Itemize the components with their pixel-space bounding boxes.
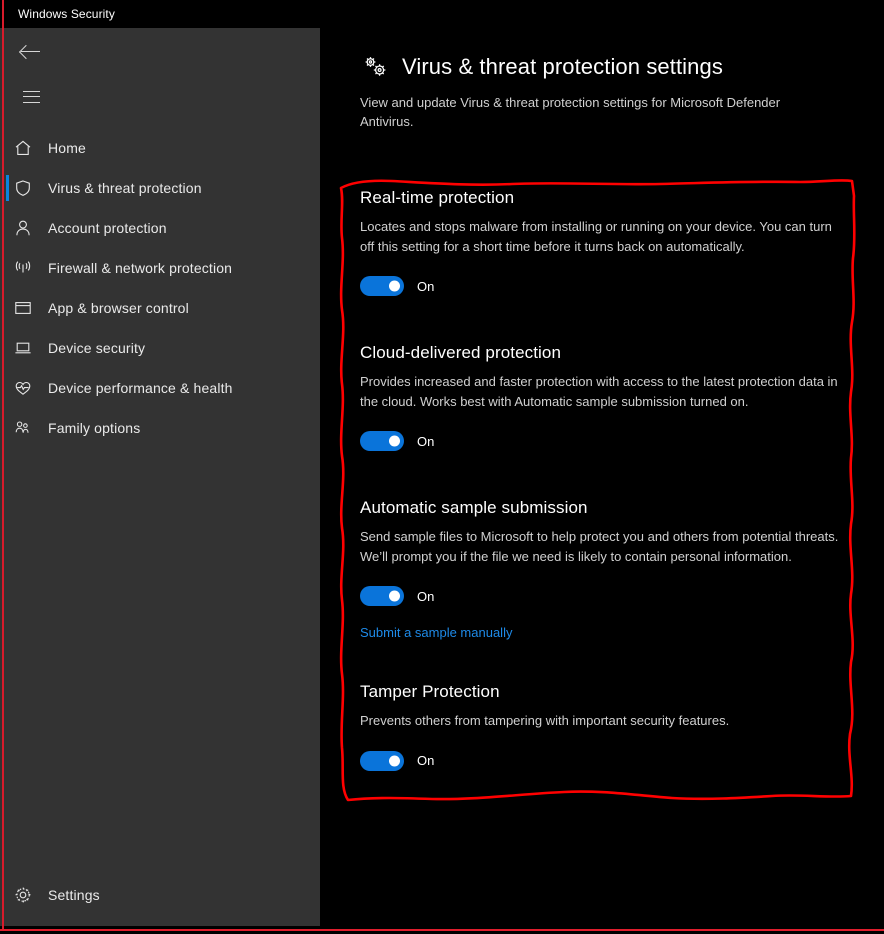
wifi-icon: [12, 257, 34, 279]
hamburger-icon: [22, 90, 40, 104]
section-title: Automatic sample submission: [360, 498, 588, 517]
section-description: Send sample files to Microsoft to help p…: [360, 529, 839, 564]
toggle-knob: [389, 280, 400, 292]
section-title: Real-time protection: [360, 188, 515, 207]
sidebar-item-virus-threat-protection[interactable]: Virus & threat protection: [0, 168, 320, 208]
person-icon: [12, 217, 34, 239]
sidebar-item-device-security[interactable]: Device security: [0, 328, 320, 368]
section-title: Tamper Protection: [360, 682, 500, 701]
page-title: Virus & threat protection settings: [402, 54, 723, 79]
selection-accent: [6, 415, 9, 441]
toggle-row: On: [360, 586, 860, 606]
cloud-delivered-protection-toggle[interactable]: [360, 431, 404, 451]
sidebar-item-label: Firewall & network protection: [48, 260, 233, 276]
sidebar-item-label: Device performance & health: [48, 380, 233, 396]
automatic-sample-submission-toggle[interactable]: [360, 586, 404, 606]
shield-icon: [12, 177, 34, 199]
toggle-state-label: On: [417, 278, 435, 294]
tamper-protection-toggle[interactable]: [360, 750, 404, 771]
sidebar-item-label: Device security: [48, 340, 146, 356]
home-icon: [12, 137, 34, 159]
toggle-row: On: [360, 750, 860, 771]
window-icon: [12, 297, 34, 319]
selection-accent: [6, 135, 9, 161]
settings-sections: Real-time protection Locates and stops m…: [360, 188, 860, 771]
toggle-state-label: On: [417, 753, 435, 768]
sidebar-nav-list: Home Virus & threat protection Account p…: [0, 128, 320, 448]
navigation-sidebar: Home Virus & threat protection Account p…: [0, 28, 320, 926]
windows-security-window: Windows Security Home Virus & threat pro…: [0, 0, 884, 934]
sidebar-item-label: Home: [48, 140, 86, 156]
sidebar-item-app-browser-control[interactable]: App & browser control: [0, 288, 320, 328]
gears-icon: [360, 53, 390, 81]
window-edge-bottom-line: [0, 929, 884, 931]
settings-row[interactable]: Settings: [0, 875, 320, 915]
section-description: Prevents others from tampering with impo…: [360, 713, 730, 728]
toggle-row: On: [360, 431, 860, 451]
page-subtitle: View and update Virus & threat protectio…: [360, 95, 781, 129]
section-description: Locates and stops malware from installin…: [360, 219, 832, 254]
toggle-row: On: [360, 276, 860, 296]
main-content: Virus & threat protection settings View …: [320, 28, 884, 934]
heart-pulse-icon: [12, 377, 34, 399]
selection-accent: [6, 175, 9, 201]
sidebar-item-label: Account protection: [48, 220, 167, 236]
selection-accent: [6, 255, 9, 281]
sidebar-item-settings[interactable]: Settings: [0, 875, 320, 915]
window-title: Windows Security: [18, 7, 115, 21]
toggle-knob: [389, 755, 400, 766]
section-real-time-protection: Real-time protection Locates and stops m…: [360, 188, 860, 296]
sidebar-item-home[interactable]: Home: [0, 128, 320, 168]
back-arrow-icon: [21, 45, 41, 59]
submit-sample-manually-link[interactable]: Submit a sample manually: [360, 625, 512, 640]
sidebar-item-label: Settings: [48, 887, 100, 903]
sidebar-item-device-performance-health[interactable]: Device performance & health: [0, 368, 320, 408]
title-bar: Windows Security: [0, 0, 884, 28]
section-cloud-delivered-protection: Cloud-delivered protection Provides incr…: [360, 343, 860, 451]
section-automatic-sample-submission: Automatic sample submission Send sample …: [360, 498, 860, 642]
section-tamper-protection: Tamper Protection Prevents others from t…: [360, 682, 860, 771]
sidebar-item-firewall-network-protection[interactable]: Firewall & network protection: [0, 248, 320, 288]
back-button[interactable]: [10, 34, 52, 70]
toggle-state-label: On: [417, 588, 435, 604]
sidebar-item-label: Family options: [48, 420, 141, 436]
gear-icon: [12, 884, 34, 906]
window-edge-left-line: [2, 0, 4, 930]
section-title: Cloud-delivered protection: [360, 343, 562, 362]
sidebar-item-label: Virus & threat protection: [48, 180, 202, 196]
family-icon: [12, 417, 34, 439]
selection-accent: [6, 882, 9, 908]
laptop-icon: [12, 337, 34, 359]
selection-accent: [6, 215, 9, 241]
real-time-protection-toggle[interactable]: [360, 276, 404, 296]
toggle-knob: [389, 435, 400, 447]
section-description: Provides increased and faster protection…: [360, 374, 838, 409]
selection-accent: [6, 295, 9, 321]
sidebar-item-family-options[interactable]: Family options: [0, 408, 320, 448]
page-title-row: Virus & threat protection settings: [360, 53, 860, 81]
selection-accent: [6, 375, 9, 401]
selection-accent: [6, 335, 9, 361]
sidebar-item-label: App & browser control: [48, 300, 189, 316]
toggle-knob: [389, 590, 400, 602]
sidebar-item-account-protection[interactable]: Account protection: [0, 208, 320, 248]
page-header: Virus & threat protection settings View …: [360, 53, 860, 131]
menu-button[interactable]: [10, 79, 52, 115]
toggle-state-label: On: [417, 433, 435, 449]
